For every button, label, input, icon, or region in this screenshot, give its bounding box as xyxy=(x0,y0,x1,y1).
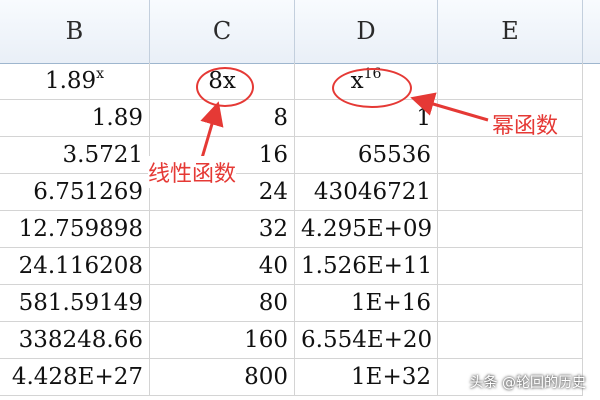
spreadsheet: B C D E 1.89x 8x x16 1.89 8 1 3.5721 16 65536… xyxy=(0,0,600,400)
power-function-label: 幂函数 xyxy=(492,114,559,139)
annotation-arrows xyxy=(200,92,489,159)
linear-function-label: 线性函数 xyxy=(148,156,237,188)
power-arrow xyxy=(410,92,489,122)
linear-arrow xyxy=(200,101,224,159)
watermark: 头条 @轮回的历史 xyxy=(469,375,586,391)
